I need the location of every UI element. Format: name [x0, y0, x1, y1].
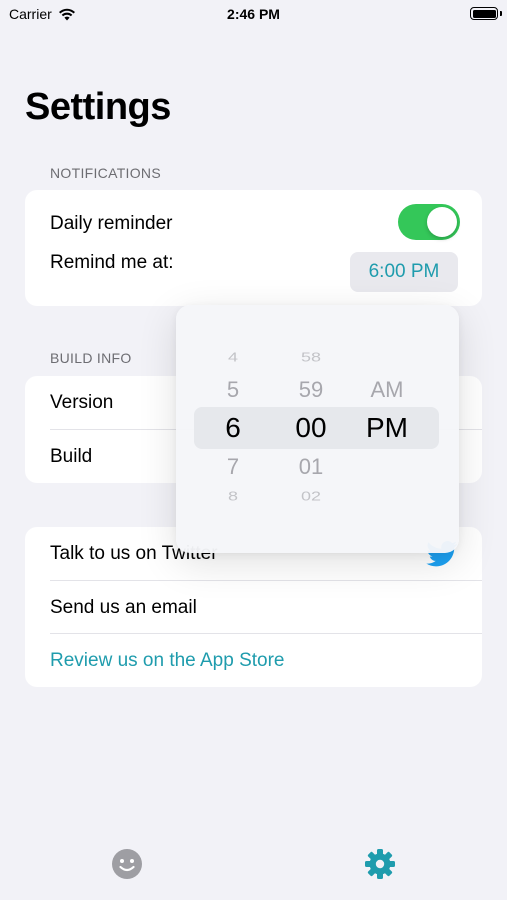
notifications-card: Daily reminder Remind me at: 6:00 PM: [25, 190, 482, 306]
picker-hour-selected[interactable]: 6: [206, 412, 260, 444]
smiley-icon[interactable]: [111, 848, 143, 880]
picker-minute-item[interactable]: 01: [281, 454, 341, 480]
build-label: Build: [50, 445, 93, 467]
status-bar: Carrier 2:46 PM: [0, 0, 507, 30]
picker-period-column[interactable]: AM PM: [356, 305, 418, 553]
picker-minute-selected[interactable]: 00: [281, 412, 341, 444]
time-picker-popover[interactable]: 4 5 6 7 8 58 59 00 01 02 AM PM: [176, 305, 459, 553]
remind-at-label: Remind me at:: [50, 252, 174, 273]
picker-hour-item[interactable]: 4: [206, 350, 260, 365]
toggle-knob: [427, 207, 457, 237]
tab-bar: [0, 830, 507, 900]
page-title: Settings: [25, 86, 171, 128]
email-row[interactable]: Send us an email: [25, 581, 482, 634]
picker-period-selected[interactable]: PM: [356, 412, 418, 444]
picker-minute-column[interactable]: 58 59 00 01 02: [281, 305, 341, 553]
picker-minute-item[interactable]: 58: [281, 350, 341, 365]
daily-reminder-toggle[interactable]: [398, 204, 460, 240]
picker-minute-item[interactable]: 59: [281, 377, 341, 403]
gear-icon[interactable]: [364, 848, 396, 880]
notifications-header: NOTIFICATIONS: [50, 165, 161, 181]
picker-hour-item[interactable]: 8: [206, 489, 260, 504]
status-time: 2:46 PM: [227, 6, 280, 22]
daily-reminder-label: Daily reminder: [50, 213, 173, 234]
picker-hour-item[interactable]: 7: [206, 454, 260, 480]
build-info-header: BUILD INFO: [50, 350, 132, 366]
picker-period-item[interactable]: AM: [356, 377, 418, 403]
picker-hour-column[interactable]: 4 5 6 7 8: [206, 305, 260, 553]
battery-cap: [500, 11, 502, 16]
daily-reminder-row: Daily reminder: [25, 190, 482, 254]
email-label: Send us an email: [50, 596, 197, 618]
remind-time-button[interactable]: 6:00 PM: [350, 252, 458, 292]
picker-minute-item[interactable]: 02: [281, 489, 341, 504]
picker-hour-item[interactable]: 5: [206, 377, 260, 403]
version-label: Version: [50, 392, 114, 413]
battery-icon: [470, 7, 498, 20]
review-link[interactable]: Review us on the App Store: [50, 650, 284, 672]
review-row[interactable]: Review us on the App Store: [25, 634, 482, 687]
